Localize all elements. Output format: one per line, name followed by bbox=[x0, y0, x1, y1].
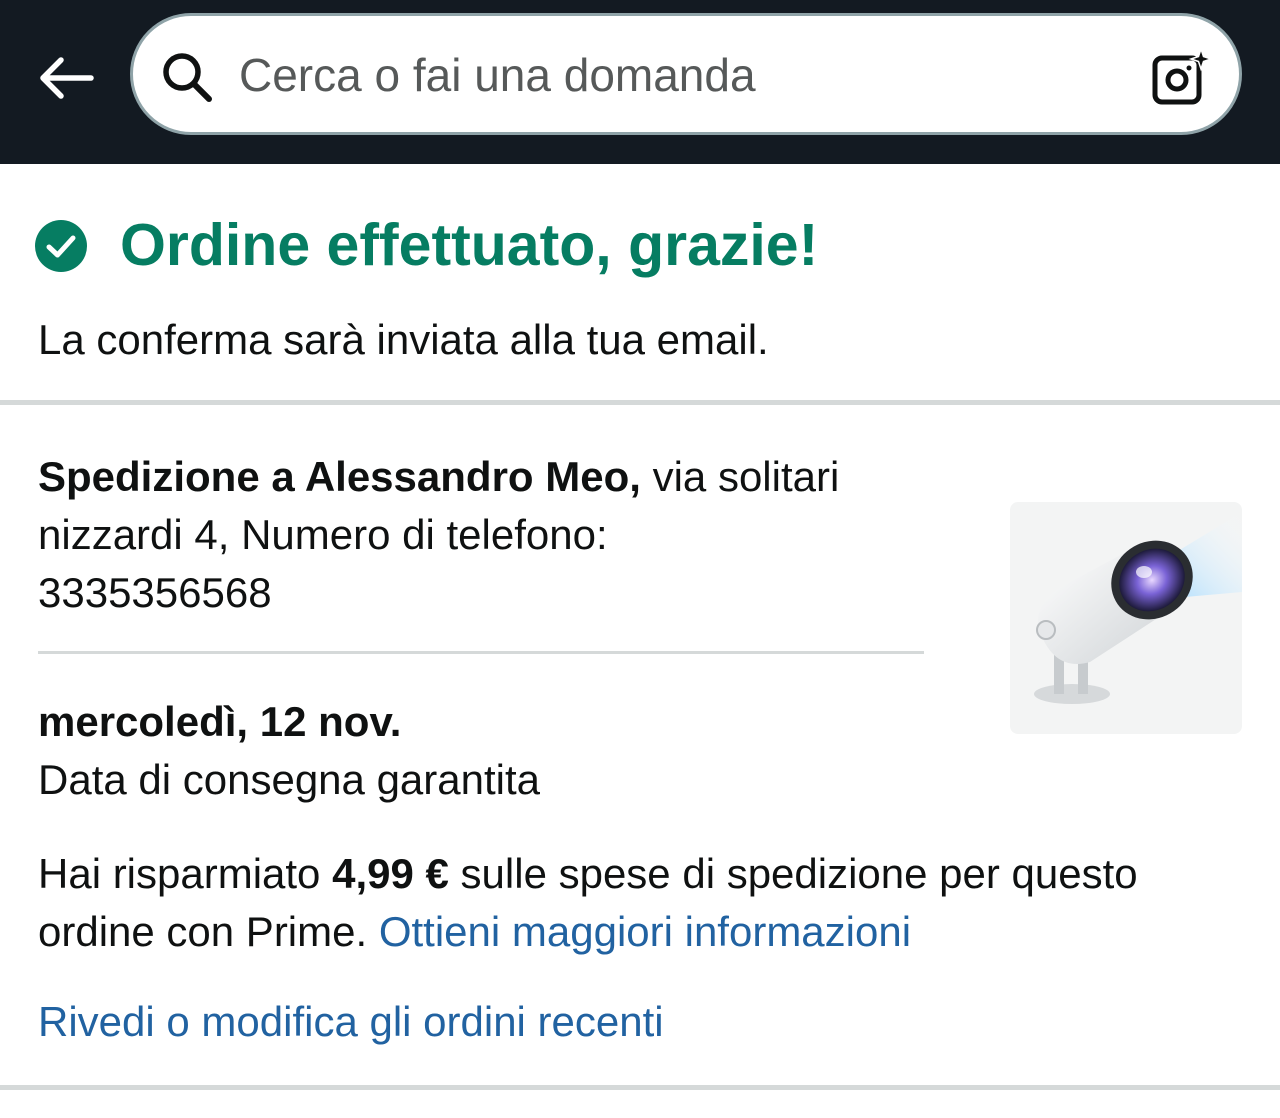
shipping-phone: 3335356568 bbox=[38, 569, 272, 616]
shipping-address: Spedizione a Alessandro Meo, via solitar… bbox=[38, 448, 938, 622]
more-info-link[interactable]: Ottieni maggiori informazioni bbox=[379, 908, 911, 955]
delivery-date: mercoledì, 12 nov. bbox=[38, 698, 402, 745]
back-button[interactable] bbox=[30, 50, 100, 106]
top-navigation-bar bbox=[0, 0, 1280, 164]
search-icon bbox=[163, 53, 212, 102]
search-input[interactable] bbox=[239, 40, 1119, 110]
savings-prefix: Hai risparmiato bbox=[38, 850, 333, 897]
search-bar[interactable] bbox=[130, 13, 1242, 135]
order-confirmed-title: Ordine effettuato, grazie! bbox=[120, 212, 819, 278]
section-divider bbox=[0, 400, 1280, 405]
product-thumbnail[interactable] bbox=[1010, 502, 1242, 734]
email-confirmation-note: La conferma sarà inviata alla tua email. bbox=[38, 316, 769, 363]
delivery-guarantee-note: Data di consegna garantita bbox=[38, 756, 541, 803]
camera-sparkle-icon[interactable] bbox=[1149, 46, 1213, 110]
inner-divider bbox=[38, 651, 924, 654]
check-circle-icon bbox=[35, 220, 87, 272]
projector-image bbox=[1034, 512, 1242, 704]
bottom-divider bbox=[0, 1085, 1280, 1090]
shipping-recipient: Spedizione a Alessandro Meo, bbox=[38, 453, 641, 500]
prime-savings-message: Hai risparmiato 4,99 € sulle spese di sp… bbox=[38, 845, 1258, 961]
savings-amount: 4,99 € bbox=[332, 850, 449, 897]
review-orders-link[interactable]: Rivedi o modifica gli ordini recenti bbox=[38, 996, 664, 1048]
arrow-left-icon bbox=[40, 57, 94, 99]
